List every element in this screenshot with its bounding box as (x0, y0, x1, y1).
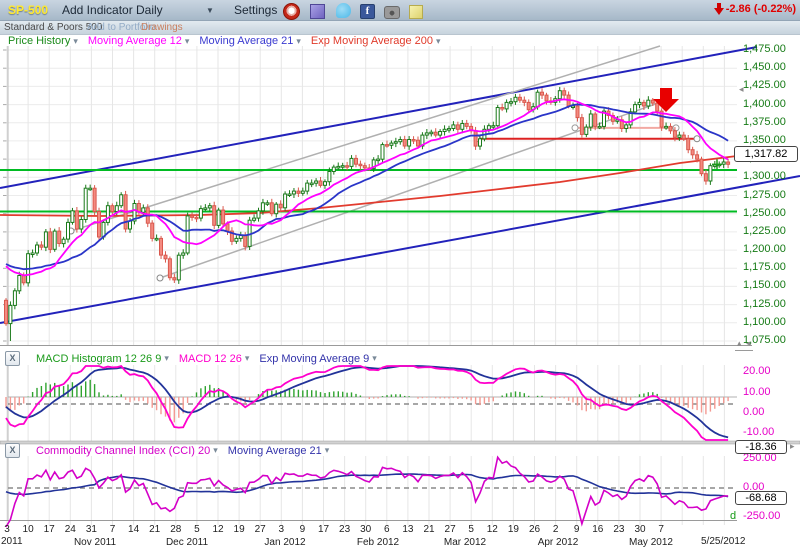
ma21-line (5, 103, 729, 271)
chevron-down-icon: ▾ (296, 35, 301, 46)
facebook-icon[interactable] (360, 4, 375, 19)
drawn-objects (0, 45, 800, 324)
legend-item-moving-average-21[interactable]: Moving Average 21 ▾ (199, 35, 301, 47)
cube-icon[interactable] (310, 4, 325, 19)
close-macd-pane-button[interactable]: X (5, 351, 20, 366)
legend-label: Price History (8, 35, 71, 47)
legend-label: Moving Average 21 (227, 444, 322, 457)
close-cci-pane-button[interactable]: X (5, 443, 20, 458)
legend-label: MACD Histogram 12 26 9 (36, 352, 162, 365)
legend-item-moving-average-12[interactable]: Moving Average 12 ▾ (88, 35, 190, 47)
chart-canvas[interactable] (0, 0, 800, 553)
chevron-down-icon: ▾ (164, 353, 169, 363)
down-arrow-icon (713, 3, 724, 15)
legend-item-price-history[interactable]: Price History ▾ (8, 35, 78, 47)
legend-item-exp-moving-average-200[interactable]: Exp Moving Average 200 ▾ (311, 35, 441, 47)
chevron-down-icon: ▾ (372, 353, 377, 363)
timeframe-select[interactable]: Daily (136, 3, 163, 17)
chevron-down-icon: ▾ (184, 35, 190, 46)
chevron-down-icon: ▾ (244, 353, 250, 363)
legend-label: Moving Average 21 (199, 35, 294, 47)
cci-pane-legend: X Commodity Channel Index (CCI) 20 ▾ Movin… (5, 443, 329, 458)
legend-label: Exp Moving Average 200 (310, 35, 434, 47)
price-pane-legend: Price History ▾ Moving Average 12 ▾ Moving A… (8, 35, 441, 47)
chevron-down-icon: ▾ (436, 35, 441, 46)
daily-change-text: -2.86 (-0.22%) (725, 3, 796, 15)
legend-item-commodity-channel-index-cci-20[interactable]: Commodity Channel Index (CCI) 20 ▾ (36, 445, 218, 457)
charting-app: SP-500 Add Indicator Daily ▼ Settings -2… (0, 0, 800, 553)
alarm-icon[interactable] (283, 3, 300, 20)
cci-pane (5, 455, 737, 528)
legend-item-exp-moving-average-9[interactable]: Exp Moving Average 9 ▾ (259, 353, 376, 365)
legend-item-macd-12-26[interactable]: MACD 12 26 ▾ (179, 353, 250, 365)
legend-label: Commodity Channel Index (CCI) 20 (36, 444, 211, 457)
daily-change: -2.86 (-0.22%) (713, 3, 796, 15)
symbol-label: SP-500 (8, 3, 49, 17)
chevron-down-icon: ▾ (324, 445, 330, 455)
toolbar: SP-500 Add Indicator Daily ▼ Settings -2… (0, 0, 800, 21)
legend-item-macd-histogram-12-26-9[interactable]: MACD Histogram 12 26 9 ▾ (36, 353, 169, 365)
twitter-icon[interactable] (336, 3, 351, 18)
note-icon[interactable] (409, 5, 423, 19)
macd-pane (5, 364, 737, 441)
ma12-line (5, 98, 729, 277)
chevron-down-icon: ▾ (73, 35, 78, 46)
drawings-link[interactable]: Drawings (141, 22, 183, 33)
camera-icon[interactable] (384, 6, 400, 19)
add-indicator-button[interactable]: Add Indicator (62, 3, 133, 17)
legend-label: Exp Moving Average 9 (259, 352, 370, 365)
macd-pane-legend: X MACD Histogram 12 26 9 ▾ MACD 12 26 ▾ Exp … (5, 351, 377, 366)
legend-item-moving-average-21[interactable]: Moving Average 21 ▾ (228, 445, 330, 457)
symbol-subbar: Standard & Poors 500 Add to Portfolio Dr… (0, 21, 800, 35)
legend-label: MACD 12 26 (178, 352, 242, 365)
chevron-down-icon[interactable]: ▼ (206, 6, 214, 15)
settings-button[interactable]: Settings (234, 3, 277, 17)
legend-label: Moving Average 12 (87, 35, 182, 47)
chevron-down-icon: ▾ (213, 445, 218, 455)
